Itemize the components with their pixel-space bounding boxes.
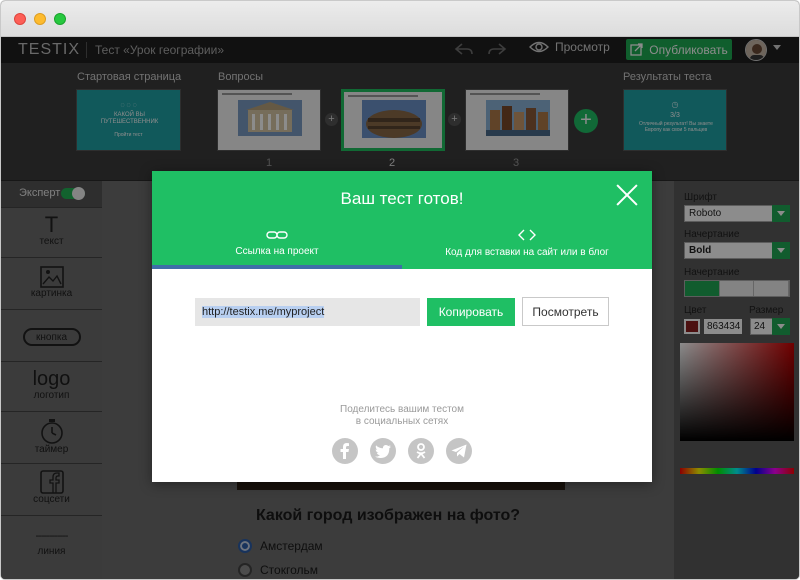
telegram-icon xyxy=(451,444,467,458)
tab-project-link[interactable]: Ссылка на проект xyxy=(222,229,332,269)
maximize-window-button[interactable] xyxy=(54,13,66,25)
share-caption: Поделитесь вашим тестом в социальных сет… xyxy=(152,404,652,428)
dialog-title: Ваш тест готов! xyxy=(340,189,464,208)
tab-embed-code[interactable]: Код для вставки на сайт или в блог xyxy=(427,229,627,269)
project-url-field[interactable]: http://testix.me/myproject xyxy=(195,298,420,326)
tab-label: Код для вставки на сайт или в блог xyxy=(445,247,609,258)
active-tab-indicator xyxy=(152,265,402,269)
share-line: Поделитесь вашим тестом xyxy=(340,404,464,415)
url-text: http://testix.me/myproject xyxy=(202,306,325,318)
app-window: TESTIX Тест «Урок географии» Просмотр Оп… xyxy=(0,0,800,580)
twitter-icon xyxy=(375,444,391,458)
odnoklassniki-share-button[interactable] xyxy=(408,438,434,464)
minimize-window-button[interactable] xyxy=(34,13,46,25)
dialog-header: Ваш тест готов! Ссылка на проект Код для… xyxy=(152,171,652,269)
view-button[interactable]: Посмотреть xyxy=(522,297,609,326)
share-line: в социальных сетях xyxy=(355,416,449,427)
link-icon xyxy=(266,229,288,243)
telegram-share-button[interactable] xyxy=(446,438,472,464)
close-window-button[interactable] xyxy=(14,13,26,25)
window-titlebar xyxy=(1,1,799,37)
code-icon xyxy=(518,229,536,244)
twitter-share-button[interactable] xyxy=(370,438,396,464)
tab-label: Ссылка на проект xyxy=(235,246,319,257)
odnoklassniki-icon xyxy=(416,443,426,459)
copy-button[interactable]: Копировать xyxy=(427,298,515,326)
publish-dialog: Ваш тест готов! Ссылка на проект Код для… xyxy=(152,171,652,482)
close-icon[interactable] xyxy=(615,183,639,207)
facebook-icon xyxy=(340,443,349,459)
facebook-share-button[interactable] xyxy=(332,438,358,464)
